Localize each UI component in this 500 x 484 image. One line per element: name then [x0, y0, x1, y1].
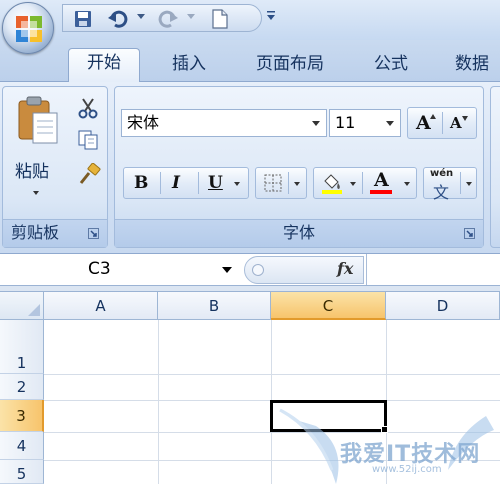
grow-font-button[interactable]: A: [416, 108, 431, 138]
phonetic-separator: [460, 172, 461, 194]
tab-formulas[interactable]: 公式: [356, 50, 426, 82]
redo-icon[interactable]: [157, 9, 179, 29]
font-color-dropdown-icon[interactable]: [404, 182, 410, 186]
color-separator: [362, 172, 363, 194]
style-separator-2: [198, 172, 199, 194]
row-header-4[interactable]: 4: [0, 432, 44, 460]
italic-button[interactable]: I: [172, 168, 180, 198]
formula-input[interactable]: [366, 254, 500, 285]
style-separator-1: [160, 172, 161, 194]
tab-insert[interactable]: 插入: [154, 50, 224, 82]
copy-icon[interactable]: [77, 129, 99, 151]
clipboard-dialog-launcher-icon[interactable]: [88, 228, 99, 239]
row-header-3[interactable]: 3: [0, 400, 44, 432]
bold-button[interactable]: B: [134, 168, 148, 198]
font-size-buttons: A A: [407, 107, 477, 139]
title-bar: [0, 0, 500, 40]
font-size-select[interactable]: 11: [329, 109, 401, 137]
font-color-swatch: [370, 190, 392, 194]
border-dropdown-icon[interactable]: [294, 182, 300, 186]
shrink-font-button[interactable]: A: [450, 108, 462, 138]
column-header-c[interactable]: C: [271, 292, 386, 320]
font-name-dropdown-icon[interactable]: [312, 121, 320, 126]
row-header-5[interactable]: 5: [0, 460, 44, 484]
paste-dropdown-icon[interactable]: [33, 191, 39, 195]
name-box-dropdown-icon[interactable]: [222, 267, 232, 273]
save-icon[interactable]: [73, 9, 93, 29]
fill-and-font-color-buttons: A: [313, 167, 417, 199]
phonetic-guide-button[interactable]: wén 文: [423, 167, 477, 202]
next-group-partial: [490, 86, 500, 248]
tab-page-layout[interactable]: 页面布局: [240, 50, 340, 82]
cut-icon[interactable]: [77, 97, 99, 119]
column-header-d[interactable]: D: [386, 292, 500, 320]
select-all-button[interactable]: [0, 292, 44, 320]
row-header-1[interactable]: 1: [0, 320, 44, 374]
paste-icon[interactable]: [15, 95, 61, 145]
underline-button[interactable]: U: [208, 168, 223, 198]
redo-dropdown-icon[interactable]: [187, 14, 195, 19]
format-painter-icon[interactable]: [77, 163, 101, 187]
font-size-separator: [442, 112, 443, 134]
clipboard-group: 粘贴 剪贴板: [2, 86, 108, 248]
undo-dropdown-icon[interactable]: [137, 14, 145, 19]
undo-icon[interactable]: [107, 9, 129, 29]
border-icon: [264, 174, 282, 192]
grow-font-arrow-icon: [430, 114, 436, 119]
border-separator: [288, 172, 289, 194]
name-box[interactable]: C3: [0, 254, 242, 285]
phonetic-dropdown-icon[interactable]: [466, 182, 472, 186]
fill-color-dropdown-icon[interactable]: [350, 182, 356, 186]
insert-function-button[interactable]: fx: [337, 259, 353, 278]
customize-toolbar-icon[interactable]: [266, 11, 276, 21]
formula-bar-grip-icon[interactable]: [251, 263, 265, 277]
phonetic-guide-bottom-label: 文: [433, 183, 450, 202]
font-name-value: 宋体: [127, 113, 160, 132]
phonetic-guide-top-label: wén: [430, 168, 454, 179]
paste-button[interactable]: 粘贴: [15, 157, 49, 182]
ribbon: 粘贴 剪贴板 宋体 11 A A B I U A wén 文 字体: [0, 82, 500, 254]
font-size-dropdown-icon[interactable]: [386, 121, 394, 126]
row-gridline: [44, 374, 500, 375]
watermark-url: www.52ij.com: [372, 464, 442, 475]
fill-color-icon[interactable]: [320, 171, 344, 195]
font-dialog-launcher-icon[interactable]: [464, 228, 475, 239]
row-header-2[interactable]: 2: [0, 374, 44, 400]
border-button[interactable]: [255, 167, 307, 199]
office-button[interactable]: [2, 2, 54, 54]
shrink-font-arrow-icon: [462, 116, 468, 121]
ribbon-tabs: 开始 插入 页面布局 公式 数据: [0, 40, 500, 83]
column-header-b[interactable]: B: [158, 292, 271, 320]
font-group-label: 字体: [115, 219, 483, 247]
column-header-a[interactable]: A: [44, 292, 158, 320]
quick-access-toolbar: [62, 4, 262, 32]
underline-dropdown-icon[interactable]: [234, 182, 240, 186]
select-all-triangle-icon: [28, 304, 40, 316]
new-document-icon[interactable]: [211, 9, 229, 29]
font-name-select[interactable]: 宋体: [121, 109, 327, 137]
office-logo-icon: [16, 16, 42, 42]
formula-bar: C3 fx: [0, 254, 500, 286]
tab-home[interactable]: 开始: [68, 48, 140, 83]
font-group: 宋体 11 A A B I U A wén 文 字体: [114, 86, 484, 248]
font-size-value: 11: [335, 113, 356, 132]
insert-function-area: fx: [244, 256, 364, 284]
tab-data[interactable]: 数据: [442, 50, 500, 82]
font-style-buttons: B I U: [123, 167, 249, 199]
